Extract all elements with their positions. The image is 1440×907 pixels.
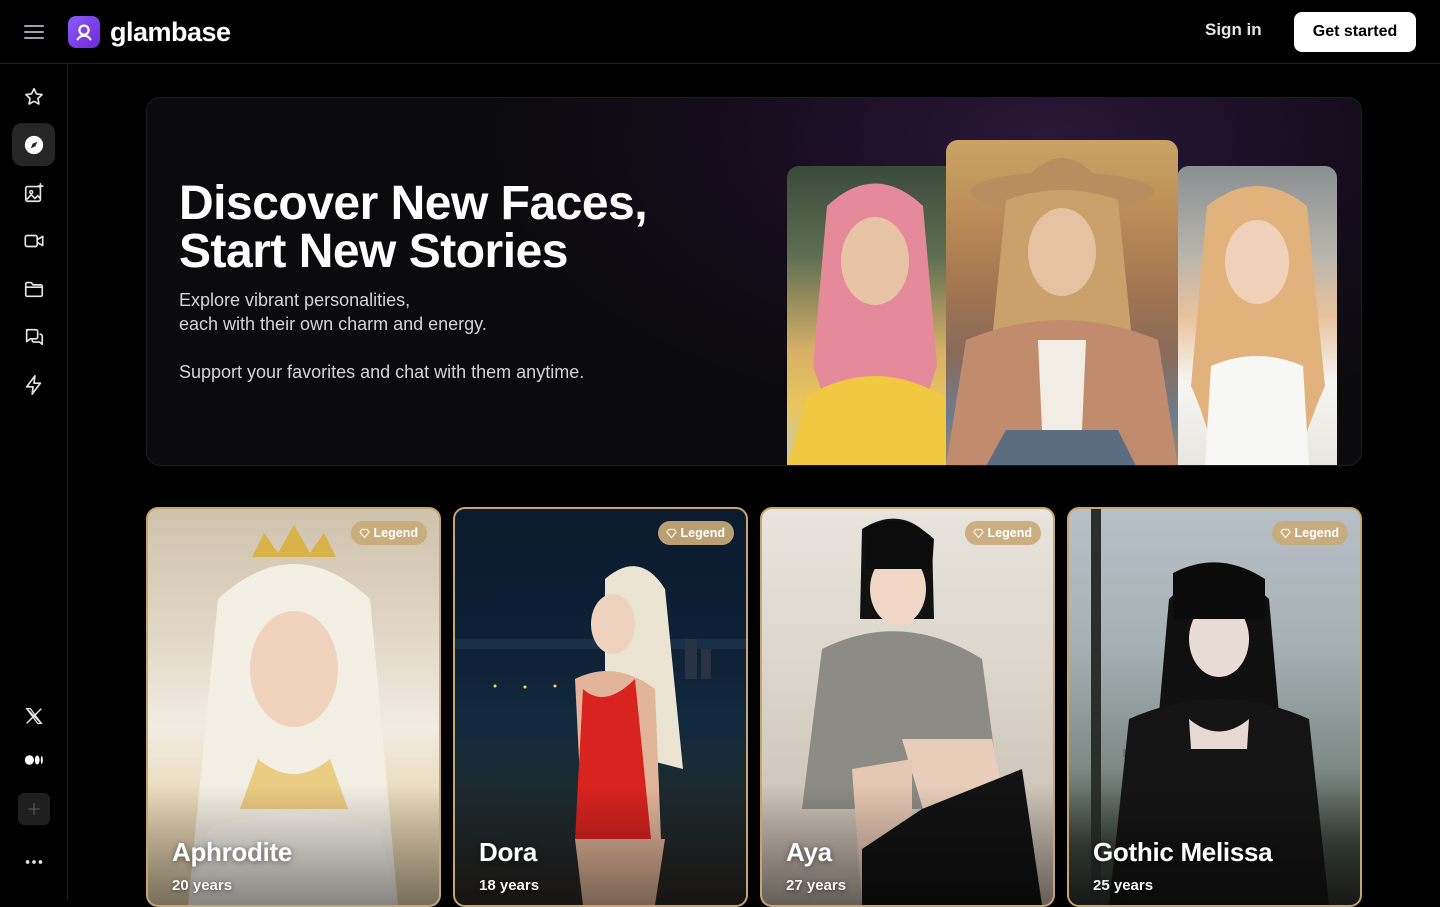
character-card[interactable]: Legend Aphrodite 20 years — [146, 507, 441, 907]
sidebar-item-generate-image[interactable] — [12, 171, 55, 214]
badge-label: Legend — [373, 526, 418, 540]
hero-subtitle-line: Explore vibrant personalities, — [179, 290, 411, 310]
character-age: 27 years — [786, 877, 847, 894]
hamburger-menu-icon[interactable] — [22, 20, 46, 44]
legend-badge: Legend — [1271, 521, 1348, 545]
sidebar-item-collection[interactable] — [12, 267, 55, 310]
hero-title-line: Discover New Faces, — [179, 177, 648, 230]
folder-icon — [24, 281, 43, 297]
character-card[interactable]: Legend Aya 27 years — [760, 507, 1055, 907]
hero-photo-cowgirl — [946, 140, 1178, 465]
character-age: 20 years — [172, 877, 233, 894]
brand-name: glambase — [110, 16, 231, 47]
get-started-button[interactable]: Get started — [1294, 12, 1416, 52]
character-age: 25 years — [1093, 877, 1154, 894]
video-icon — [23, 234, 44, 247]
more-options-button[interactable] — [12, 840, 55, 883]
character-name: Aphrodite — [172, 837, 293, 867]
medium-logo-icon — [24, 754, 43, 765]
add-button[interactable] — [18, 793, 50, 825]
badge-label: Legend — [680, 526, 725, 540]
diamond-icon — [665, 528, 677, 538]
x-social-link[interactable] — [12, 694, 55, 737]
hero-subtitle: Explore vibrant personalities, each with… — [179, 288, 487, 336]
top-bar: glambase Sign in Get started — [0, 0, 1440, 64]
badge-label: Legend — [1294, 526, 1339, 540]
character-name: Gothic Melissa — [1093, 837, 1273, 867]
star-icon — [24, 87, 43, 105]
chat-icon — [25, 328, 43, 345]
character-name: Dora — [479, 837, 538, 867]
hero-subtitle-line: each with their own charm and energy. — [179, 314, 487, 334]
logo[interactable]: glambase — [68, 16, 231, 48]
sign-in-link[interactable]: Sign in — [1205, 20, 1262, 40]
diamond-icon — [972, 528, 984, 538]
legend-badge: Legend — [657, 521, 734, 545]
medium-social-link[interactable] — [12, 738, 55, 781]
hero-photo-pink-hair — [787, 166, 963, 465]
diamond-icon — [1279, 528, 1291, 538]
logo-icon — [68, 16, 100, 48]
diamond-icon — [358, 528, 370, 538]
lightning-icon — [25, 374, 41, 395]
hero-tagline: Support your favorites and chat with the… — [179, 362, 585, 382]
hero-photo-blonde — [1177, 166, 1337, 465]
legend-badge: Legend — [350, 521, 427, 545]
sidebar-item-chat[interactable] — [12, 315, 55, 358]
compass-icon — [24, 135, 43, 154]
legend-badge: Legend — [964, 521, 1041, 545]
image-sparkle-icon — [24, 182, 44, 202]
character-card[interactable]: Legend Dora 18 years — [453, 507, 748, 907]
sidebar-item-video[interactable] — [12, 219, 55, 262]
sidebar-item-premium[interactable] — [12, 363, 55, 406]
x-logo-icon — [24, 707, 43, 724]
hero-title: Discover New Faces, Start New Stories — [179, 180, 739, 276]
character-age: 18 years — [479, 877, 540, 894]
hero-title-line: Start New Stories — [179, 225, 568, 278]
sidebar — [0, 65, 68, 900]
character-card[interactable]: Legend Gothic Melissa 25 years — [1067, 507, 1362, 907]
hero-banner: Discover New Faces, Start New Stories Ex… — [146, 97, 1362, 466]
badge-label: Legend — [987, 526, 1032, 540]
plus-icon — [28, 803, 40, 815]
sidebar-item-favorites[interactable] — [12, 75, 55, 118]
sidebar-item-discover[interactable] — [12, 123, 55, 166]
more-icon — [25, 859, 42, 864]
character-name: Aya — [786, 837, 832, 867]
